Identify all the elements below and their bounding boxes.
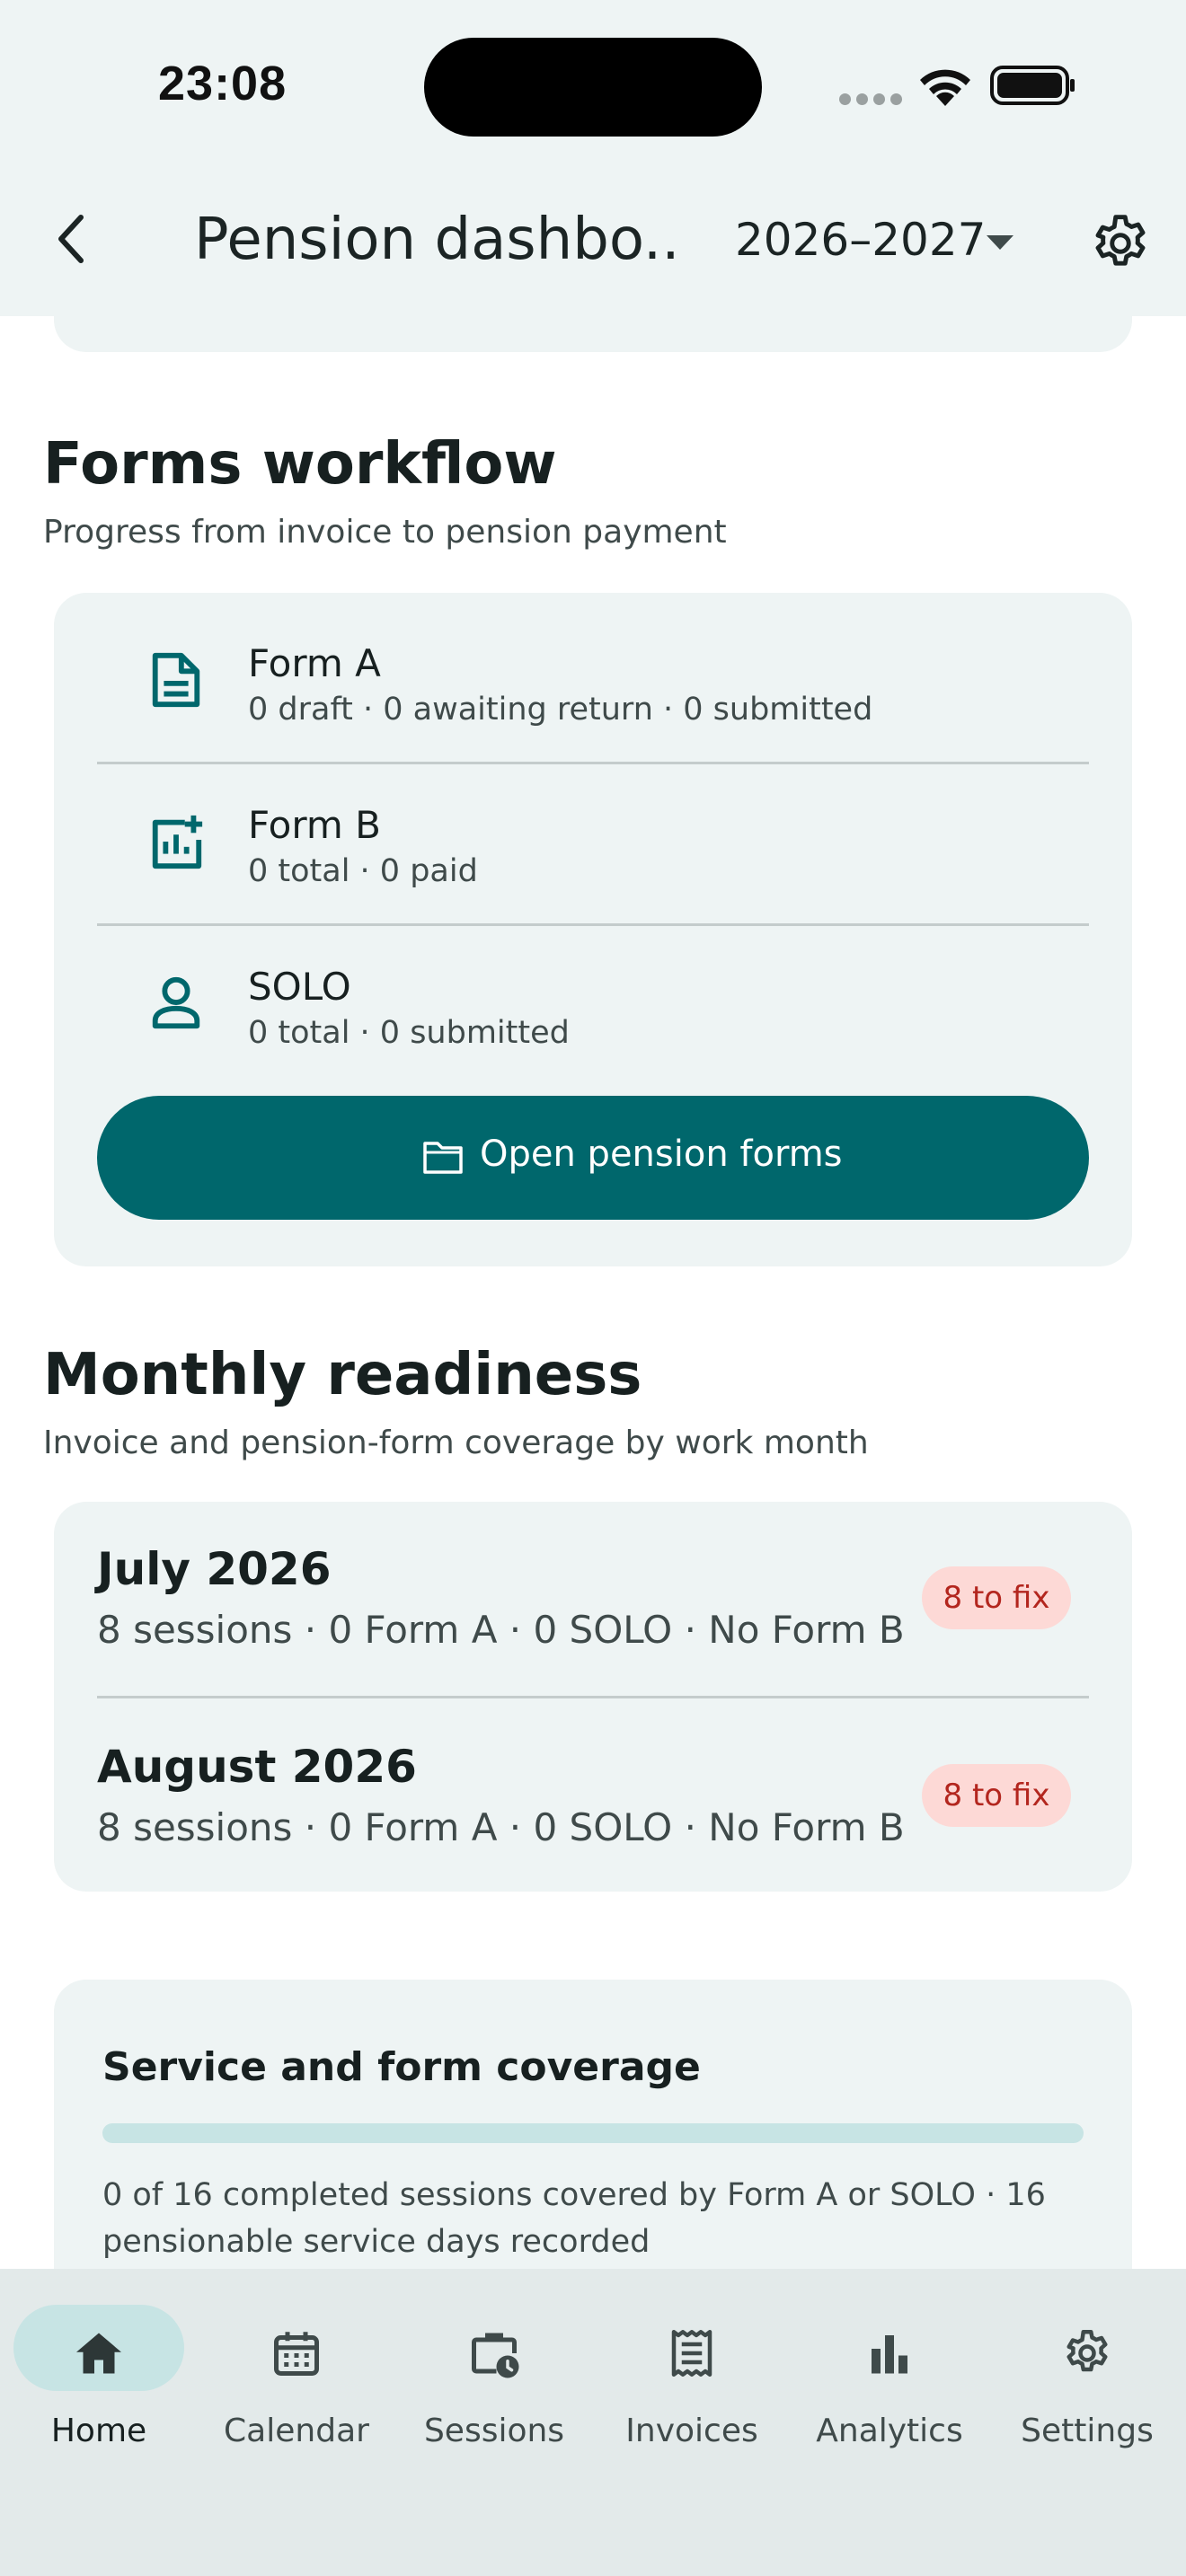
nav-label: Invoices: [625, 2413, 758, 2449]
nav-label: Settings: [1021, 2413, 1154, 2449]
selected-year: 2026–2027: [735, 214, 987, 266]
nav-label: Analytics: [816, 2413, 963, 2449]
dynamic-island: [424, 38, 762, 137]
month-title: August 2026: [97, 1741, 417, 1793]
nav-item-calendar[interactable]: Calendar: [198, 2305, 395, 2466]
battery-icon: [990, 66, 1075, 105]
monthly-readiness-title: Monthly readiness: [43, 1342, 642, 1408]
top-app-bar: 23:08 Pension dashbo... 2026–2027: [0, 0, 1186, 316]
forms-workflow-card: Form A 0 draft · 0 awaiting return · 0 s…: [54, 593, 1132, 1266]
solo-title: SOLO: [248, 965, 351, 1009]
back-button[interactable]: [40, 203, 111, 275]
cellular-signal-icon: [839, 93, 904, 108]
nav-item-home[interactable]: Home: [0, 2305, 198, 2466]
nav-item-invoices[interactable]: Invoices: [593, 2305, 791, 2466]
coverage-title: Service and form coverage: [102, 2044, 701, 2090]
nav-label: Calendar: [224, 2413, 369, 2449]
coverage-progress-bar: [102, 2123, 1084, 2143]
month-summary: 8 sessions · 0 Form A · 0 SOLO · No Form…: [97, 1608, 905, 1652]
calendar-icon: [274, 2332, 319, 2376]
chart-add-icon: [152, 815, 203, 869]
folder-icon: [423, 1142, 463, 1174]
page-title: Pension dashbo...: [194, 207, 679, 273]
dropdown-caret-icon: [987, 235, 1013, 250]
home-icon: [76, 2333, 121, 2374]
form-a-summary: 0 draft · 0 awaiting return · 0 submitte…: [248, 692, 873, 728]
nav-item-sessions[interactable]: Sessions: [395, 2305, 593, 2466]
month-row-august[interactable]: August 2026 8 sessions · 0 Form A · 0 SO…: [97, 1699, 1089, 1888]
form-b-title: Form B: [248, 803, 381, 847]
open-pension-forms-button[interactable]: Open pension forms: [97, 1096, 1089, 1220]
month-title: July 2026: [97, 1543, 332, 1595]
nav-label: Sessions: [423, 2413, 565, 2449]
status-bar: 23:08: [0, 0, 1186, 180]
forms-workflow-subtitle: Progress from invoice to pension payment: [43, 514, 727, 551]
open-pension-forms-label: Open pension forms: [480, 1134, 843, 1175]
monthly-readiness-card: July 2026 8 sessions · 0 Form A · 0 SOLO…: [54, 1502, 1132, 1892]
receipt-icon: [671, 2330, 712, 2377]
toolbar: Pension dashbo... 2026–2027: [0, 180, 1186, 316]
bar-chart-icon: [872, 2335, 907, 2374]
workflow-row-solo[interactable]: SOLO 0 total · 0 submitted: [97, 916, 1089, 1078]
briefcase-clock-icon: [472, 2333, 519, 2378]
person-icon: [152, 976, 200, 1029]
document-icon: [152, 652, 200, 708]
coverage-description: 0 of 16 completed sessions covered by Fo…: [102, 2177, 1046, 2260]
form-a-title: Form A: [248, 641, 381, 685]
status-badge: 8 to fix: [922, 1566, 1071, 1629]
workflow-row-form-a[interactable]: Form A 0 draft · 0 awaiting return · 0 s…: [97, 593, 1089, 754]
wifi-icon: [920, 69, 970, 106]
status-badge: 8 to fix: [922, 1764, 1071, 1827]
nav-item-settings[interactable]: Settings: [988, 2305, 1186, 2466]
form-b-summary: 0 total · 0 paid: [248, 853, 478, 889]
settings-button[interactable]: [1087, 210, 1154, 277]
nav-label: Home: [50, 2413, 147, 2449]
year-selector[interactable]: 2026–2027: [730, 207, 1026, 278]
nav-item-analytics[interactable]: Analytics: [791, 2305, 988, 2466]
month-summary: 8 sessions · 0 Form A · 0 SOLO · No Form…: [97, 1805, 905, 1849]
divider: [97, 1696, 1089, 1698]
month-row-july[interactable]: July 2026 8 sessions · 0 Form A · 0 SOLO…: [97, 1502, 1089, 1690]
bottom-navigation: Home Calendar Sessions Invoices Analytic…: [0, 2269, 1186, 2576]
gear-icon: [1067, 2330, 1108, 2372]
monthly-readiness-subtitle: Invoice and pension-form coverage by wor…: [43, 1425, 869, 1461]
forms-workflow-title: Forms workflow: [43, 431, 557, 498]
status-time: 23:08: [158, 57, 288, 110]
solo-summary: 0 total · 0 submitted: [248, 1015, 570, 1051]
workflow-row-form-b[interactable]: Form B 0 total · 0 paid: [97, 754, 1089, 916]
